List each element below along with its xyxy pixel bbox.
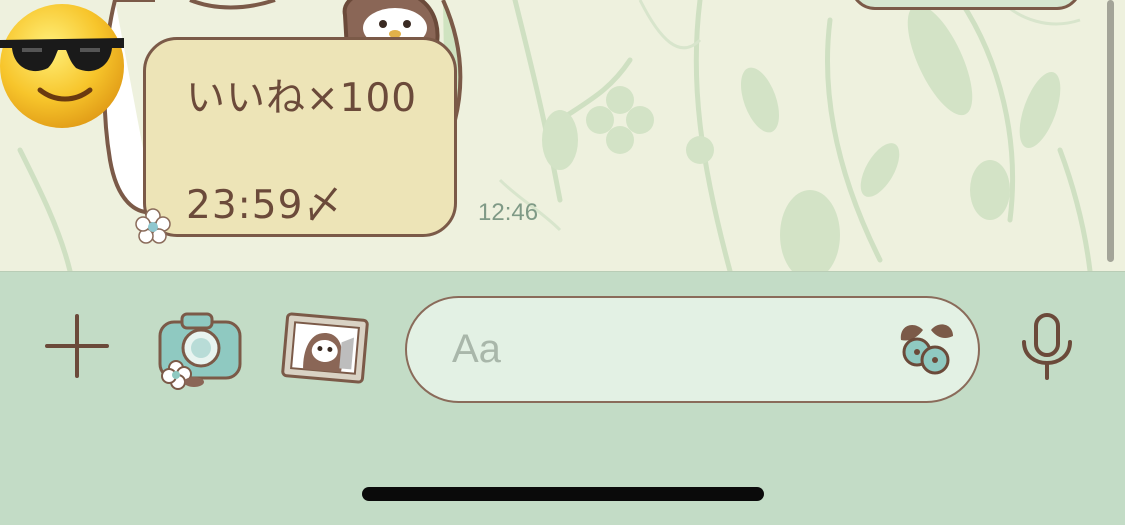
previous-message-bubble[interactable] (850, 0, 1082, 10)
camera-icon[interactable] (156, 310, 246, 390)
chat-area: いいね×100 23:59〆 12:46 (0, 0, 1125, 272)
scrollbar[interactable] (1107, 0, 1114, 262)
photo-gallery-icon[interactable] (279, 311, 371, 385)
message-input-placeholder: Aa (452, 327, 501, 371)
microphone-icon[interactable] (1018, 312, 1076, 380)
home-indicator[interactable] (362, 487, 764, 501)
message-text-line-1: いいね×100 (186, 76, 418, 121)
plus-icon[interactable] (43, 312, 111, 380)
message-timestamp: 12:46 (478, 199, 539, 226)
sunglasses-emoji-avatar[interactable] (0, 2, 128, 130)
flower-decoration-icon (135, 208, 171, 244)
message-input[interactable]: Aa (405, 296, 980, 403)
message-bubble[interactable]: いいね×100 23:59〆 (143, 37, 457, 237)
leaf-berry-emoji-icon[interactable] (895, 320, 957, 376)
message-text-line-2: 23:59〆 (186, 183, 344, 228)
